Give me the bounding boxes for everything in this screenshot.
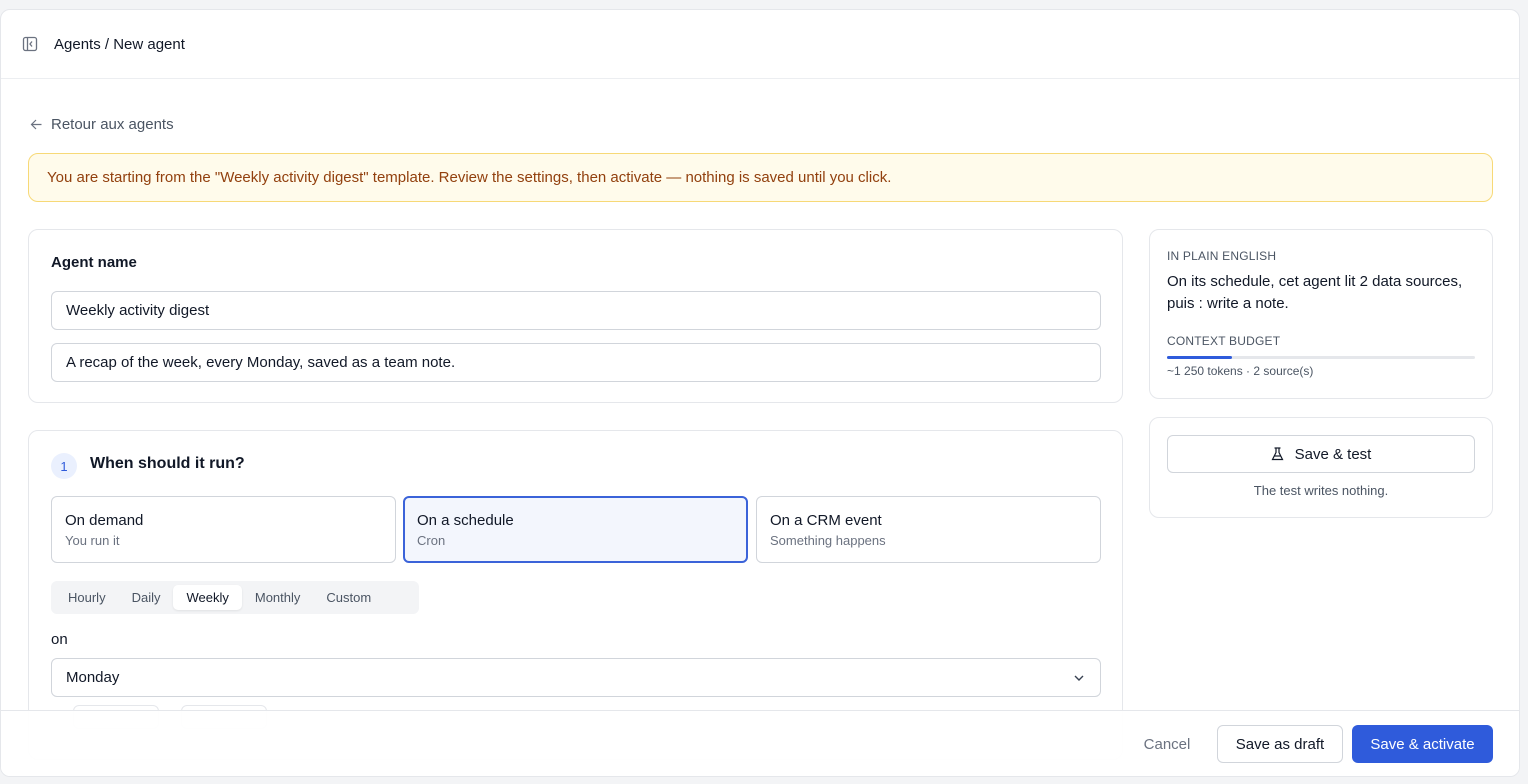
banner-text: You are starting from the "Weekly activi… — [47, 169, 892, 186]
test-note: The test writes nothing. — [1253, 483, 1389, 498]
agent-name-input[interactable]: Weekly activity digest — [51, 291, 1101, 330]
tab-custom[interactable]: Custom — [313, 585, 384, 610]
plain-english-text: On its schedule, cet agent lit 2 data so… — [1167, 273, 1463, 312]
option-title: On demand — [65, 512, 144, 529]
cancel-button[interactable]: Cancel — [1125, 725, 1209, 763]
save-activate-button[interactable]: Save & activate — [1352, 725, 1493, 763]
option-title: On a CRM event — [770, 512, 882, 529]
tab-monthly[interactable]: Monthly — [242, 585, 314, 610]
day-select-value: Monday — [66, 669, 120, 686]
footer-bar: Cancel Save as draft Save & activate — [1, 710, 1519, 776]
agent-name-card: Agent name Weekly activity digest A reca… — [28, 229, 1123, 403]
tab-weekly[interactable]: Weekly — [173, 585, 242, 610]
context-budget-fill — [1167, 356, 1232, 359]
option-title: On a schedule — [417, 512, 514, 529]
arrow-left-icon — [30, 118, 43, 131]
context-budget-label: CONTEXT BUDGET — [1167, 334, 1281, 348]
save-draft-button[interactable]: Save as draft — [1217, 725, 1343, 763]
plain-english-label: IN PLAIN ENGLISH — [1167, 249, 1277, 263]
sidebar-toggle-icon[interactable] — [22, 36, 38, 52]
day-select[interactable]: Monday — [51, 658, 1101, 697]
on-label: on — [51, 631, 68, 648]
option-subtitle: You run it — [65, 533, 120, 548]
save-and-test-button[interactable]: Save & test — [1167, 435, 1475, 473]
app-window: Agents / New agent Retour aux agents You… — [0, 9, 1520, 777]
tab-hourly[interactable]: Hourly — [55, 585, 119, 610]
test-card: Save & test The test writes nothing. — [1149, 417, 1493, 518]
frequency-tabs: Hourly Daily Weekly Monthly Custom — [51, 581, 419, 614]
step-badge: 1 — [51, 453, 77, 479]
context-budget-bar — [1167, 356, 1475, 359]
save-and-test-label: Save & test — [1294, 445, 1372, 463]
step-title: When should it run? — [90, 455, 245, 472]
trigger-option-on-demand[interactable]: On demand You run it — [51, 496, 396, 563]
option-subtitle: Cron — [417, 533, 446, 548]
top-bar: Agents / New agent — [1, 10, 1519, 79]
chevron-down-icon — [1072, 671, 1086, 685]
trigger-option-on-schedule[interactable]: On a schedule Cron — [403, 496, 748, 563]
tab-daily[interactable]: Daily — [119, 585, 174, 610]
breadcrumb: Agents / New agent — [54, 35, 185, 53]
option-subtitle: Something happens — [770, 533, 886, 548]
back-link[interactable]: Retour aux agents — [30, 116, 174, 133]
agent-name-label: Agent name — [51, 254, 137, 271]
flask-icon — [1271, 447, 1284, 461]
trigger-option-on-crm-event[interactable]: On a CRM event Something happens — [756, 496, 1101, 563]
template-banner: You are starting from the "Weekly activi… — [28, 153, 1493, 202]
context-budget-info: ~1 250 tokens · 2 source(s) — [1167, 364, 1314, 378]
back-link-label: Retour aux agents — [51, 116, 174, 133]
summary-card: IN PLAIN ENGLISH On its schedule, cet ag… — [1149, 229, 1493, 399]
agent-description-input[interactable]: A recap of the week, every Monday, saved… — [51, 343, 1101, 382]
